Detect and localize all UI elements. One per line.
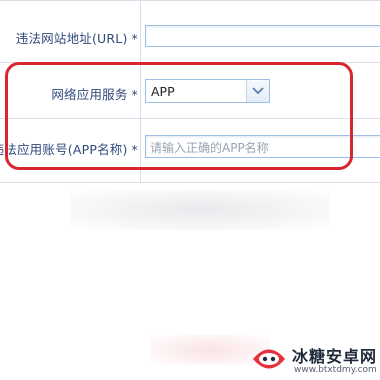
row-divider (0, 182, 380, 183)
required-mark: * (131, 31, 138, 46)
url-label-text: 违法网站地址(URL) (15, 31, 128, 46)
highlight-box (5, 62, 353, 170)
blurred-area (70, 190, 330, 230)
candy-logo-icon (253, 349, 285, 369)
watermark-title: 冰糖安卓网 (292, 347, 378, 366)
site-watermark: 冰糖安卓网 www.btxtdmy.com (250, 340, 380, 380)
row-divider (0, 0, 380, 1)
url-field-label: 违法网站地址(URL) * (16, 28, 138, 47)
watermark-url: www.btxtdmy.com (294, 365, 377, 375)
url-input[interactable] (145, 25, 380, 47)
